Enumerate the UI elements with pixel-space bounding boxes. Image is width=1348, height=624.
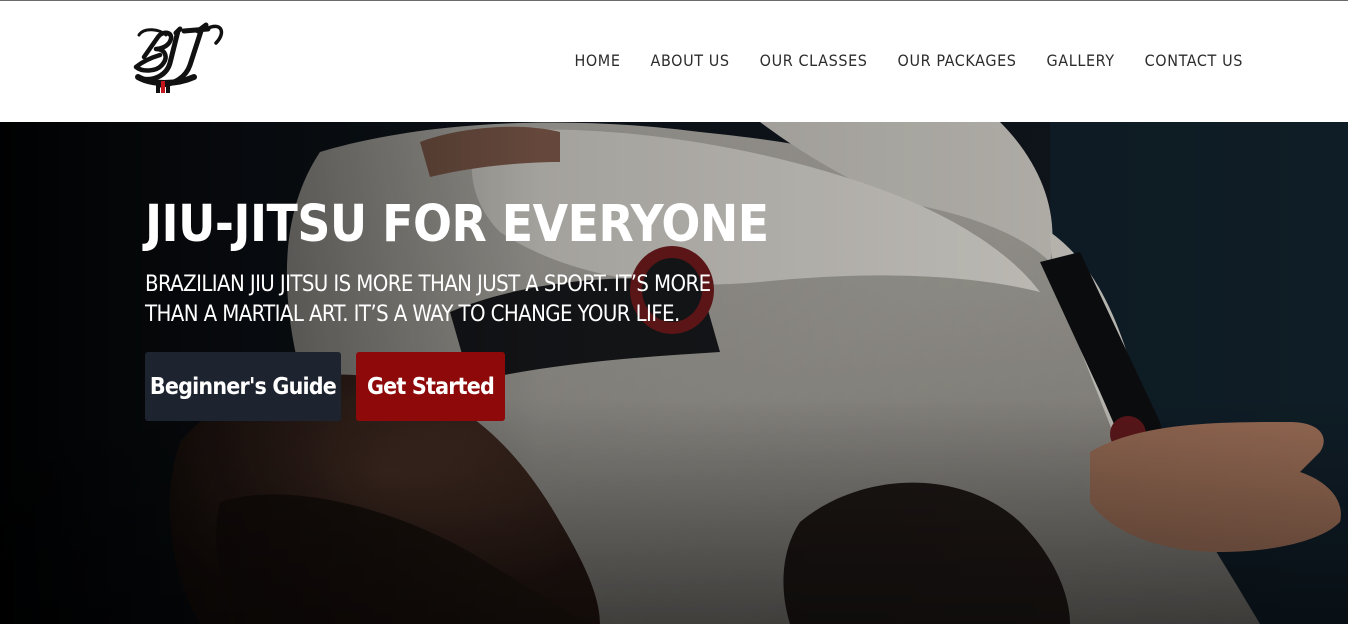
beginners-guide-button[interactable]: Beginner's Guide [145,352,341,421]
bjj-logo[interactable] [132,19,228,103]
nav-our-packages[interactable]: OUR PACKAGES [898,51,1017,71]
hero-subtitle: BRAZILIAN JIU JITSU IS MORE THAN JUST A … [145,272,711,327]
nav-gallery[interactable]: GALLERY [1047,51,1115,71]
hero-section: JIU-JITSU FOR EVERYONE BRAZILIAN JIU JIT… [0,122,1348,624]
get-started-button[interactable]: Get Started [356,352,505,421]
nav-our-classes[interactable]: OUR CLASSES [760,51,868,71]
hero-buttons: Beginner's Guide Get Started [145,352,845,421]
nav-about-us[interactable]: ABOUT US [651,51,730,71]
nav-home[interactable]: HOME [574,51,620,71]
hero-title: JIU-JITSU FOR EVERYONE [145,195,769,254]
nav-contact-us[interactable]: CONTACT US [1145,51,1243,71]
main-nav: HOME ABOUT US OUR CLASSES OUR PACKAGES G… [544,51,1243,71]
site-header: HOME ABOUT US OUR CLASSES OUR PACKAGES G… [0,1,1348,122]
hero-content: JIU-JITSU FOR EVERYONE BRAZILIAN JIU JIT… [145,194,845,421]
